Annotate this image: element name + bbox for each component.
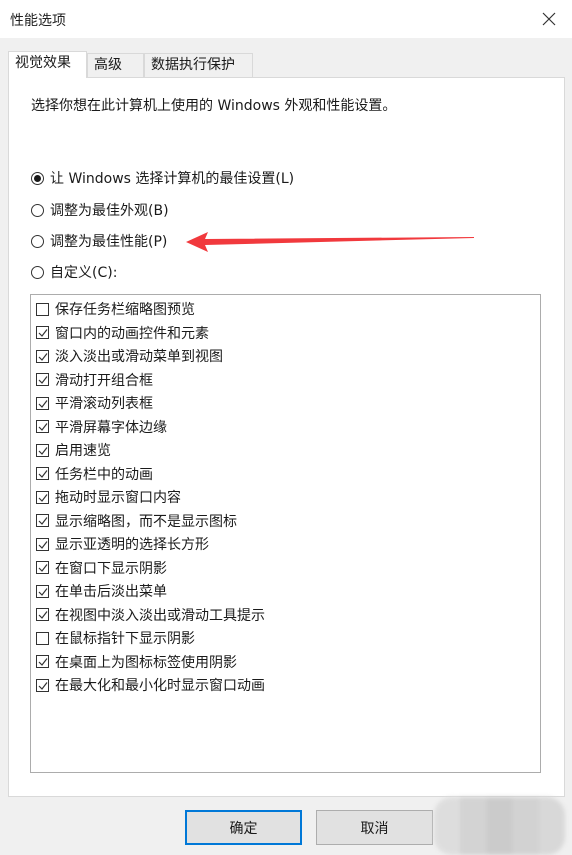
checkbox-label: 在窗口下显示阴影	[55, 560, 167, 577]
close-button[interactable]	[534, 4, 564, 34]
checkbox-label: 在最大化和最小化时显示窗口动画	[55, 678, 265, 694]
checkbox[interactable]	[36, 467, 49, 480]
effect-option[interactable]: 在视图中淡入淡出或滑动工具提示	[36, 605, 265, 625]
checkmark-icon	[38, 399, 48, 408]
checkmark-icon	[38, 611, 48, 619]
tab-visual-effects[interactable]: 视觉效果	[8, 51, 87, 78]
description-text: 选择你想在此计算机上使用的 Windows 外观和性能设置。	[31, 98, 397, 114]
checkbox[interactable]	[36, 302, 49, 316]
ok-button[interactable]: 确定	[185, 810, 302, 845]
checkbox-label: 启用速览	[55, 443, 111, 459]
checkbox-label: 淡入淡出或滑动菜单到视图	[55, 349, 223, 365]
effect-option[interactable]: 在桌面上为图标标签使用阴影	[36, 652, 237, 672]
checkbox-label: 平滑滚动列表框	[55, 396, 153, 412]
checkbox[interactable]	[36, 608, 49, 621]
checkmark-icon	[38, 540, 48, 549]
checkmark-icon	[38, 329, 48, 337]
effect-option[interactable]: 淡入淡出或滑动菜单到视图	[36, 346, 223, 366]
effect-option[interactable]: 在窗口下显示阴影	[36, 558, 167, 578]
radio-indicator[interactable]	[31, 234, 44, 248]
radio-label: 让 Windows 选择计算机的最佳设置(L)	[50, 171, 295, 187]
checkmark-icon	[38, 681, 48, 690]
checkmark-icon	[38, 564, 48, 572]
checkmark-icon	[38, 446, 48, 455]
title-bar: 性能选项	[0, 0, 572, 38]
checkmark-icon	[38, 587, 48, 596]
radio-label: 调整为最佳性能(P)	[50, 234, 168, 250]
radio-let-windows-choose[interactable]: 让 Windows 选择计算机的最佳设置(L)	[31, 168, 294, 188]
radio-best-appearance[interactable]: 调整为最佳外观(B)	[31, 200, 169, 220]
cancel-button[interactable]: 取消	[316, 810, 433, 845]
radio-custom[interactable]: 自定义(C):	[31, 262, 117, 282]
checkbox-label: 在桌面上为图标标签使用阴影	[55, 654, 237, 671]
checkmark-icon	[38, 376, 48, 384]
window-title: 性能选项	[10, 13, 66, 29]
effect-option[interactable]: 启用速览	[36, 440, 111, 460]
checkbox[interactable]	[36, 326, 49, 339]
effect-option[interactable]: 在单击后淡出菜单	[36, 581, 167, 601]
checkbox-label: 拖动时显示窗口内容	[55, 490, 181, 506]
radio-label: 调整为最佳外观(B)	[50, 203, 169, 219]
checkbox-label: 显示亚透明的选择长方形	[55, 537, 209, 553]
blurred-apply-button-area	[434, 797, 565, 855]
checkbox[interactable]	[36, 678, 49, 692]
checkbox[interactable]	[36, 420, 49, 433]
checkbox[interactable]	[36, 655, 49, 668]
checkmark-icon	[38, 423, 48, 431]
checkbox[interactable]	[36, 349, 49, 363]
checkmark-icon	[38, 352, 48, 361]
checkbox-label: 保存任务栏缩略图预览	[55, 302, 195, 318]
tab-label: 数据执行保护	[151, 57, 235, 73]
radio-best-performance[interactable]: 调整为最佳性能(P)	[31, 231, 167, 251]
visual-effects-list[interactable]: 保存任务栏缩略图预览 窗口内的动画控件和元素 淡入淡出或滑动菜单到视图 滑动打开组合框…	[30, 294, 541, 773]
checkmark-icon	[38, 470, 48, 478]
effect-option[interactable]: 窗口内的动画控件和元素	[36, 323, 209, 343]
tab-label: 高级	[94, 57, 122, 73]
effect-option[interactable]: 平滑屏幕字体边缘	[36, 417, 167, 437]
checkmark-icon	[38, 658, 48, 666]
checkbox-label: 任务栏中的动画	[55, 466, 153, 483]
effect-option[interactable]: 显示缩略图，而不是显示图标	[36, 511, 237, 531]
effect-option[interactable]: 滑动打开组合框	[36, 370, 153, 390]
effect-option[interactable]: 任务栏中的动画	[36, 464, 153, 484]
radio-indicator[interactable]	[31, 171, 44, 185]
checkbox[interactable]	[36, 490, 49, 504]
checkmark-icon	[38, 493, 48, 502]
radio-indicator[interactable]	[31, 203, 44, 217]
radio-indicator[interactable]	[31, 265, 44, 279]
checkbox-label: 在视图中淡入淡出或滑动工具提示	[55, 607, 265, 624]
red-arrow-annotation	[186, 232, 474, 252]
tab-advanced[interactable]: 高级	[87, 53, 144, 77]
checkbox[interactable]	[36, 537, 49, 551]
tab-label: 视觉效果	[15, 55, 71, 71]
checkbox-label: 显示缩略图，而不是显示图标	[55, 513, 237, 530]
effect-option[interactable]: 拖动时显示窗口内容	[36, 487, 181, 507]
effect-option[interactable]: 平滑滚动列表框	[36, 393, 153, 413]
radio-label: 自定义(C):	[50, 265, 118, 281]
checkbox[interactable]	[36, 514, 49, 527]
checkbox[interactable]	[36, 584, 49, 598]
checkmark-icon	[38, 517, 48, 525]
effect-option[interactable]: 保存任务栏缩略图预览	[36, 299, 195, 319]
checkbox-label: 滑动打开组合框	[55, 372, 153, 389]
checkbox[interactable]	[36, 561, 49, 574]
checkbox-label: 窗口内的动画控件和元素	[55, 325, 209, 342]
effect-option[interactable]: 显示亚透明的选择长方形	[36, 534, 209, 554]
tab-data-execution-prevention[interactable]: 数据执行保护	[144, 53, 253, 77]
close-icon	[542, 12, 556, 26]
checkbox[interactable]	[36, 396, 49, 410]
checkbox[interactable]	[36, 443, 49, 457]
checkbox-label: 在鼠标指针下显示阴影	[55, 631, 195, 647]
checkbox-label: 在单击后淡出菜单	[55, 584, 167, 600]
effect-option[interactable]: 在鼠标指针下显示阴影	[36, 628, 195, 648]
checkbox-label: 平滑屏幕字体边缘	[55, 419, 167, 436]
checkbox[interactable]	[36, 631, 49, 645]
checkbox[interactable]	[36, 373, 49, 386]
effect-option[interactable]: 在最大化和最小化时显示窗口动画	[36, 675, 265, 695]
